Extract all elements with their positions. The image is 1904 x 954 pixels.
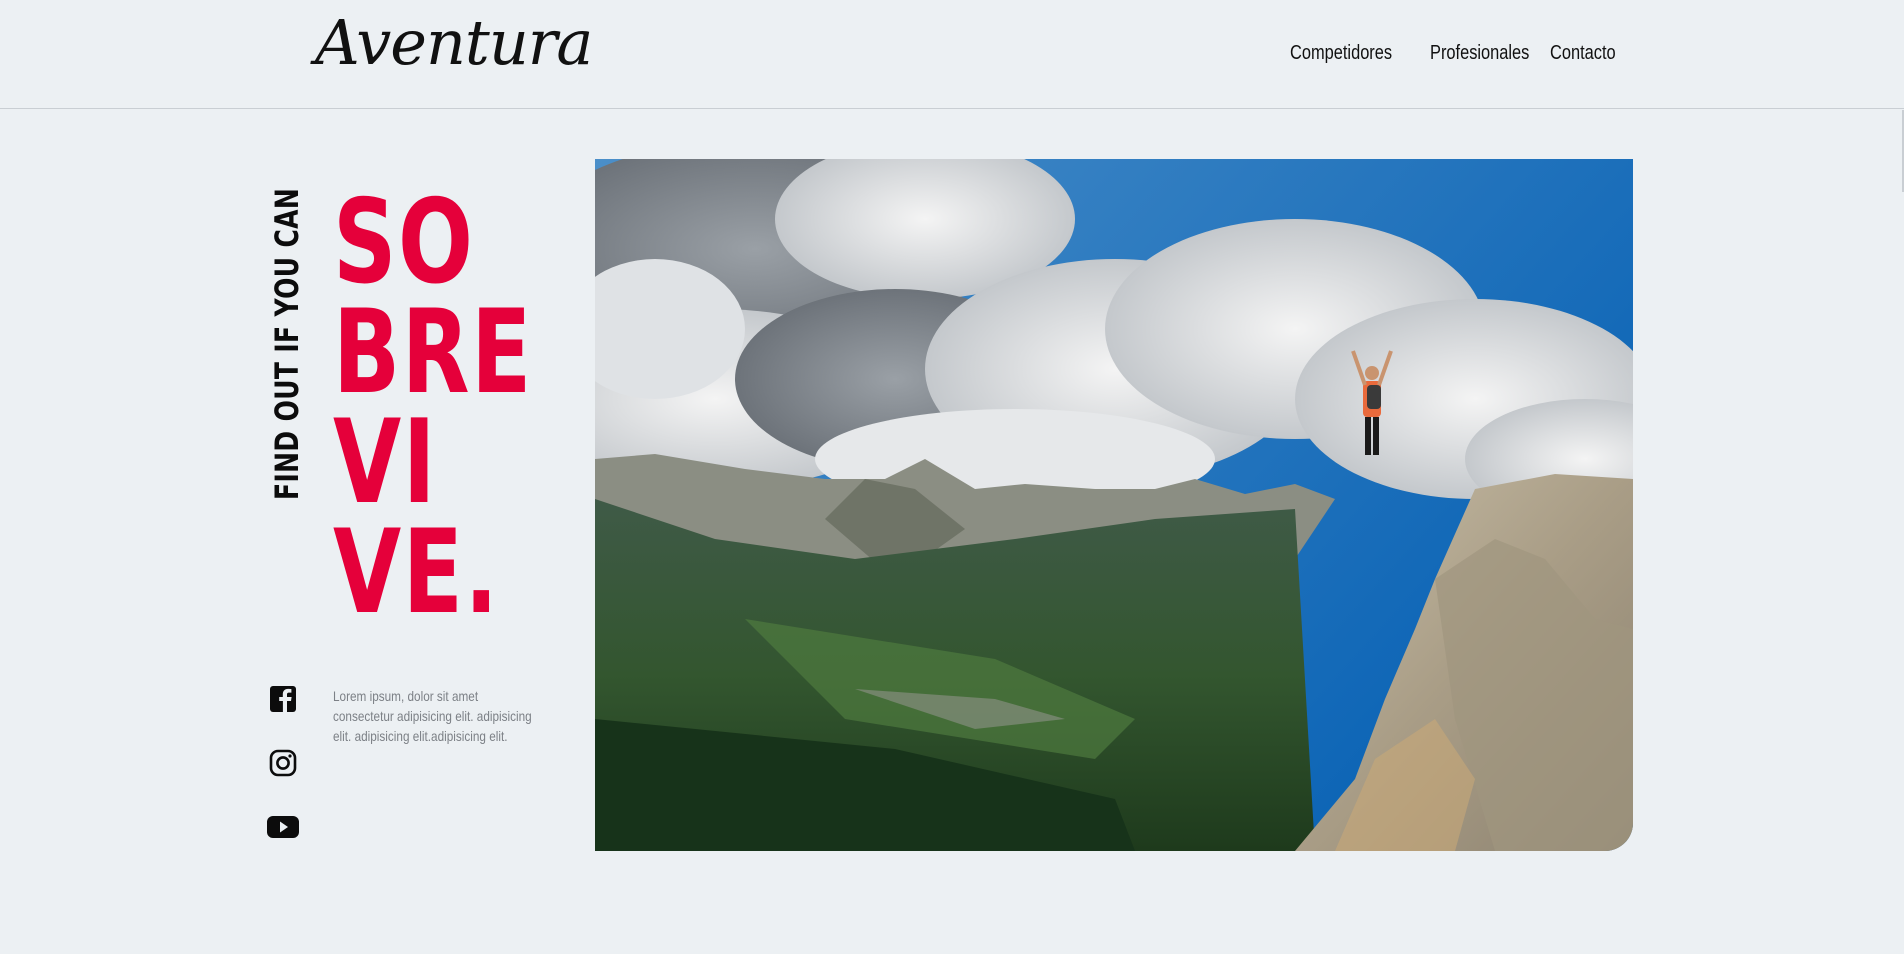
headline-line: BRE: [333, 285, 533, 420]
site-header: Aventura Competidores Profesionales Cont…: [0, 0, 1904, 109]
headline-line: VE.: [333, 505, 500, 640]
page: Aventura Competidores Profesionales Cont…: [0, 0, 1904, 954]
facebook-icon[interactable]: [266, 682, 300, 716]
instagram-icon[interactable]: [266, 746, 300, 780]
hero-image: [595, 159, 1633, 851]
nav-link-contacto[interactable]: Contacto: [1550, 42, 1616, 65]
site-logo[interactable]: Aventura: [315, 12, 593, 74]
vertical-tagline: FIND OUT IF YOU CAN: [268, 100, 306, 500]
tagline-text: FIND OUT IF YOU CAN: [268, 187, 306, 500]
nav-link-profesionales[interactable]: Profesionales: [1430, 42, 1529, 65]
hero-headline: SO BRE VI VE.: [333, 175, 596, 640]
nav-link-competidores[interactable]: Competidores: [1290, 42, 1392, 65]
mountain-photo: [595, 159, 1633, 851]
main-nav: Competidores Profesionales Contacto: [1290, 42, 1630, 65]
headline-line: VI: [333, 395, 438, 530]
social-links: [266, 682, 300, 874]
youtube-icon[interactable]: [266, 810, 300, 844]
headline-line: SO: [333, 175, 475, 310]
hero-description: Lorem ipsum, dolor sit amet consectetur …: [333, 688, 532, 744]
